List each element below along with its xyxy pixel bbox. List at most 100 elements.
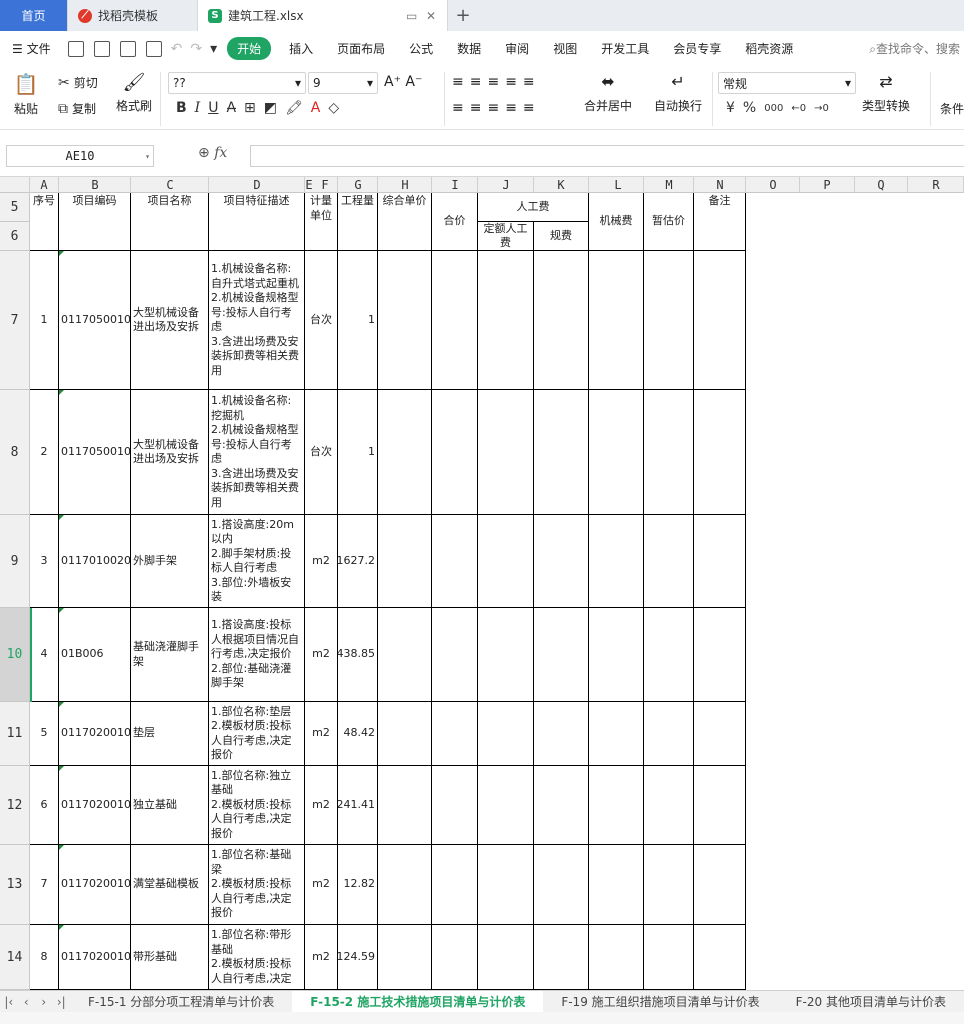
font-size-select[interactable]: 9 ▾	[308, 72, 378, 94]
empty-cell[interactable]	[432, 608, 478, 702]
border-icon[interactable]: ⊞	[244, 100, 256, 116]
column-header-o[interactable]: O	[764, 177, 782, 193]
empty-cell[interactable]	[589, 515, 644, 608]
empty-cell[interactable]	[378, 925, 432, 990]
column-separator[interactable]	[693, 177, 694, 193]
menu-formula[interactable]: 公式	[397, 40, 445, 57]
row-header-11[interactable]: 11	[0, 702, 30, 766]
row-qty[interactable]: 1627.2	[338, 515, 378, 608]
row-qty[interactable]: 12.82	[338, 845, 378, 925]
empty-cell[interactable]	[589, 925, 644, 990]
column-header-m[interactable]: M	[660, 177, 678, 193]
italic-button[interactable]: I	[195, 100, 201, 116]
row-unit[interactable]: m2	[305, 515, 338, 608]
bold-button[interactable]: B	[176, 100, 187, 116]
row-code[interactable]: 011705001002	[59, 390, 131, 515]
strike-icon[interactable]: A̶	[226, 100, 236, 116]
empty-cell[interactable]	[534, 608, 589, 702]
merge-center-button[interactable]: ⬌ 合并居中	[584, 72, 632, 114]
row-qty[interactable]: 1	[338, 251, 378, 390]
column-header-h[interactable]: H	[396, 177, 414, 193]
empty-cell[interactable]	[378, 515, 432, 608]
header-labor-fixed[interactable]: 定额人工费	[478, 222, 534, 251]
row-qty[interactable]: 124.59	[338, 925, 378, 990]
column-separator[interactable]	[799, 177, 800, 193]
row-header-13[interactable]: 13	[0, 845, 30, 925]
percent-button[interactable]: %	[743, 100, 756, 116]
header-code[interactable]: 项目编码	[59, 193, 131, 251]
export-icon[interactable]	[93, 40, 110, 57]
empty-cell[interactable]	[478, 766, 534, 845]
wrap-text-button[interactable]: ↵ 自动换行	[654, 72, 702, 114]
row-header-12[interactable]: 12	[0, 766, 30, 845]
column-header-i[interactable]: I	[446, 177, 464, 193]
empty-cell[interactable]	[478, 390, 534, 515]
empty-cell[interactable]	[644, 702, 694, 766]
row-unit[interactable]: m2	[305, 702, 338, 766]
empty-cell[interactable]	[378, 766, 432, 845]
column-header-l[interactable]: L	[609, 177, 627, 193]
empty-cell[interactable]	[478, 702, 534, 766]
empty-cell[interactable]	[534, 925, 589, 990]
empty-cell[interactable]	[432, 390, 478, 515]
empty-cell[interactable]	[644, 766, 694, 845]
row-unit[interactable]: 台次	[305, 251, 338, 390]
tab-template[interactable]: ⟋ 找稻壳模板	[68, 0, 198, 31]
empty-cell[interactable]	[478, 608, 534, 702]
name-box[interactable]: AE10 ▾	[6, 145, 154, 167]
fx-icon[interactable]: fx	[214, 145, 227, 161]
empty-cell[interactable]	[378, 251, 432, 390]
menu-file[interactable]: ☰ 文件	[0, 40, 63, 57]
empty-cell[interactable]	[534, 515, 589, 608]
row-header-10[interactable]: 10	[0, 608, 30, 702]
menu-start[interactable]: 开始	[227, 37, 272, 60]
row-seq[interactable]: 7	[30, 845, 59, 925]
row-header-14[interactable]: 14	[0, 925, 30, 990]
tab-file[interactable]: S 建筑工程.xlsx ▭ ✕	[198, 0, 448, 31]
tab-home[interactable]: 首页	[0, 0, 68, 31]
row-seq[interactable]: 2	[30, 390, 59, 515]
preview-icon[interactable]	[145, 40, 162, 57]
row-desc[interactable]: 1.部位名称:垫层 2.模板材质:投标人自行考虑,决定报价	[209, 702, 305, 766]
row-seq[interactable]: 5	[30, 702, 59, 766]
row-name[interactable]: 独立基础	[131, 766, 209, 845]
column-separator[interactable]	[377, 177, 378, 193]
empty-cell[interactable]	[478, 251, 534, 390]
row-name[interactable]: 带形基础	[131, 925, 209, 990]
row-seq[interactable]: 4	[30, 608, 59, 702]
row-seq[interactable]: 1	[30, 251, 59, 390]
column-separator[interactable]	[643, 177, 644, 193]
column-separator[interactable]	[477, 177, 478, 193]
header-uprice[interactable]: 综合单价	[378, 193, 432, 251]
row-desc[interactable]: 1.部位名称:独立基础 2.模板材质:投标人自行考虑,决定报价	[209, 766, 305, 845]
empty-cell[interactable]	[432, 251, 478, 390]
column-separator[interactable]	[337, 177, 338, 193]
menu-data[interactable]: 数据	[445, 40, 493, 57]
font-color-icon[interactable]: A	[311, 100, 321, 116]
row-qty[interactable]: 438.85	[338, 608, 378, 702]
column-separator[interactable]	[130, 177, 131, 193]
command-search[interactable]: ⌕查找命令、搜索	[869, 40, 964, 57]
empty-cell[interactable]	[589, 251, 644, 390]
number-format-select[interactable]: 常规 ▾	[718, 72, 856, 94]
row-desc[interactable]: 1.搭设高度:投标人根据项目情况自行考虑,决定报价 2.部位:基础浇灌脚手架	[209, 608, 305, 702]
empty-cell[interactable]	[589, 608, 644, 702]
empty-cell[interactable]	[694, 390, 746, 515]
header-est[interactable]: 暂估价	[644, 193, 694, 251]
column-header-c[interactable]: C	[161, 177, 179, 193]
empty-cell[interactable]	[534, 251, 589, 390]
empty-cell[interactable]	[534, 845, 589, 925]
row-code[interactable]: 011702001001	[59, 702, 131, 766]
menu-vip[interactable]: 会员专享	[661, 40, 733, 57]
menu-view[interactable]: 视图	[541, 40, 589, 57]
empty-cell[interactable]	[644, 925, 694, 990]
redo-icon[interactable]: ↷	[190, 41, 202, 57]
conditional-format-button[interactable]: 条件	[940, 100, 964, 117]
row-qty[interactable]: 1	[338, 390, 378, 515]
header-desc[interactable]: 项目特征描述	[209, 193, 305, 251]
empty-cell[interactable]	[478, 925, 534, 990]
empty-cell[interactable]	[478, 515, 534, 608]
menu-dev[interactable]: 开发工具	[589, 40, 661, 57]
column-header-f[interactable]: F	[316, 177, 334, 193]
menu-resource[interactable]: 稻壳资源	[733, 40, 805, 57]
